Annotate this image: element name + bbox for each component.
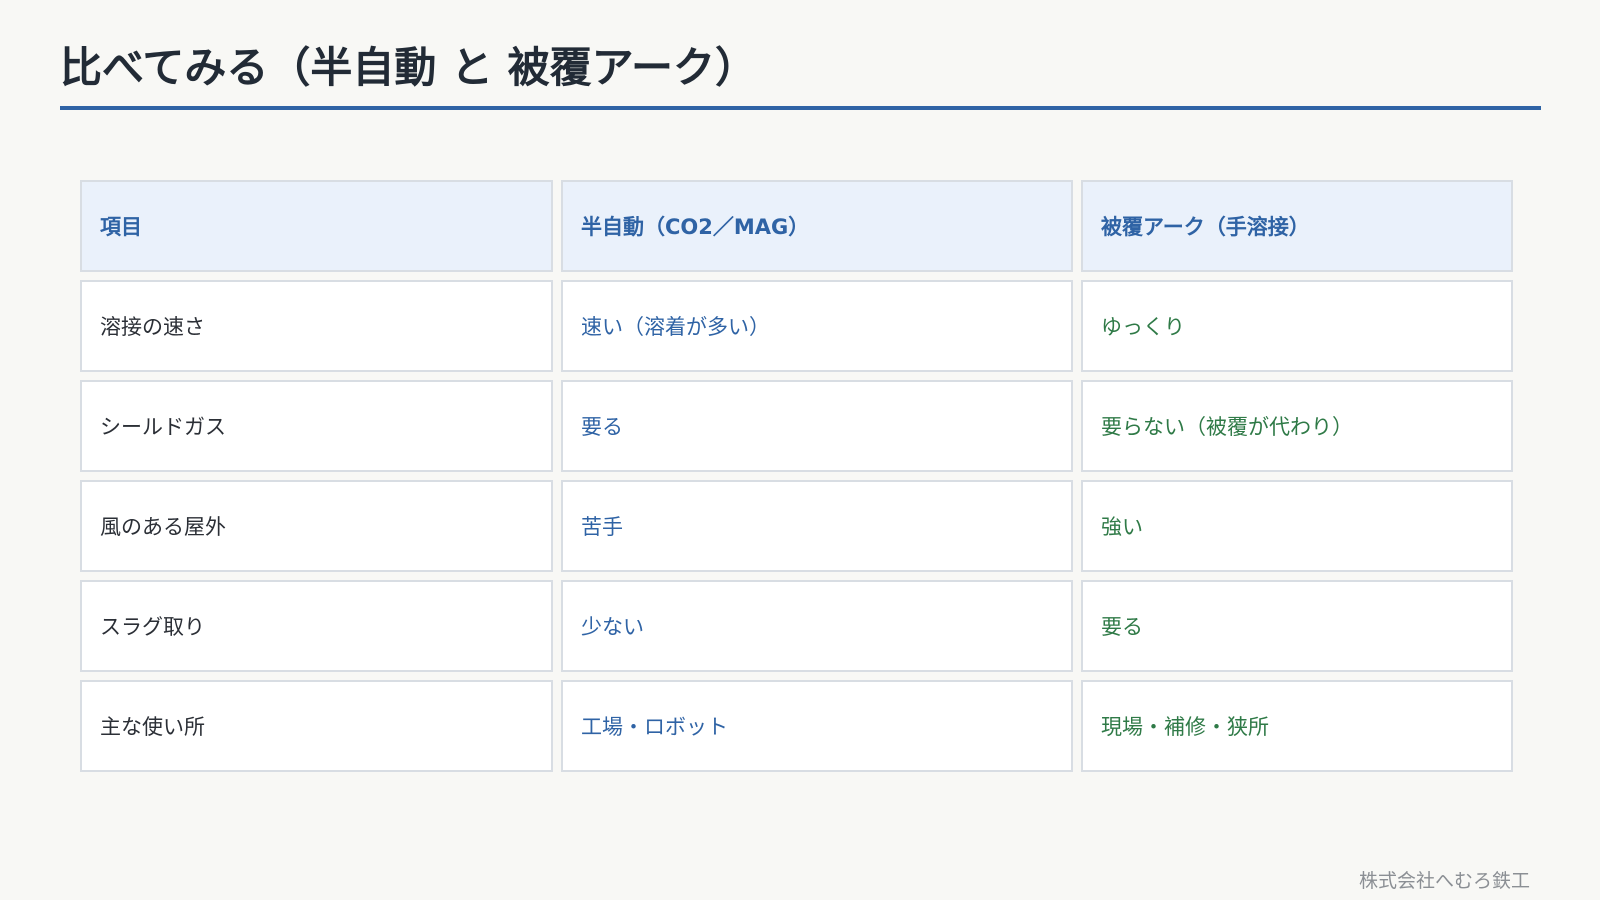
comparison-table: 項目 半自動（CO2／MAG） 被覆アーク（手溶接） 溶接の速さ 速い（溶着が多… <box>80 180 1513 772</box>
title-underline <box>60 106 1541 110</box>
row-semi-speed: 速い（溶着が多い） <box>561 280 1073 372</box>
row-item-shield-gas: シールドガス <box>80 380 553 472</box>
row-item-slag-removal: スラグ取り <box>80 580 553 672</box>
row-arc-main-use: 現場・補修・狭所 <box>1081 680 1513 772</box>
row-item-main-use: 主な使い所 <box>80 680 553 772</box>
header-semi-auto: 半自動（CO2／MAG） <box>561 180 1073 272</box>
row-arc-speed: ゆっくり <box>1081 280 1513 372</box>
header-coated-arc: 被覆アーク（手溶接） <box>1081 180 1513 272</box>
row-item-speed: 溶接の速さ <box>80 280 553 372</box>
row-semi-slag-removal: 少ない <box>561 580 1073 672</box>
row-item-windy-outdoors: 風のある屋外 <box>80 480 553 572</box>
row-arc-slag-removal: 要る <box>1081 580 1513 672</box>
row-semi-windy-outdoors: 苦手 <box>561 480 1073 572</box>
row-arc-windy-outdoors: 強い <box>1081 480 1513 572</box>
row-arc-shield-gas: 要らない（被覆が代わり） <box>1081 380 1513 472</box>
row-semi-main-use: 工場・ロボット <box>561 680 1073 772</box>
row-semi-shield-gas: 要る <box>561 380 1073 472</box>
page-title: 比べてみる（半自動 と 被覆アーク） <box>60 43 758 92</box>
company-footer: 株式会社へむろ鉄工 <box>1358 870 1530 892</box>
header-item: 項目 <box>80 180 553 272</box>
